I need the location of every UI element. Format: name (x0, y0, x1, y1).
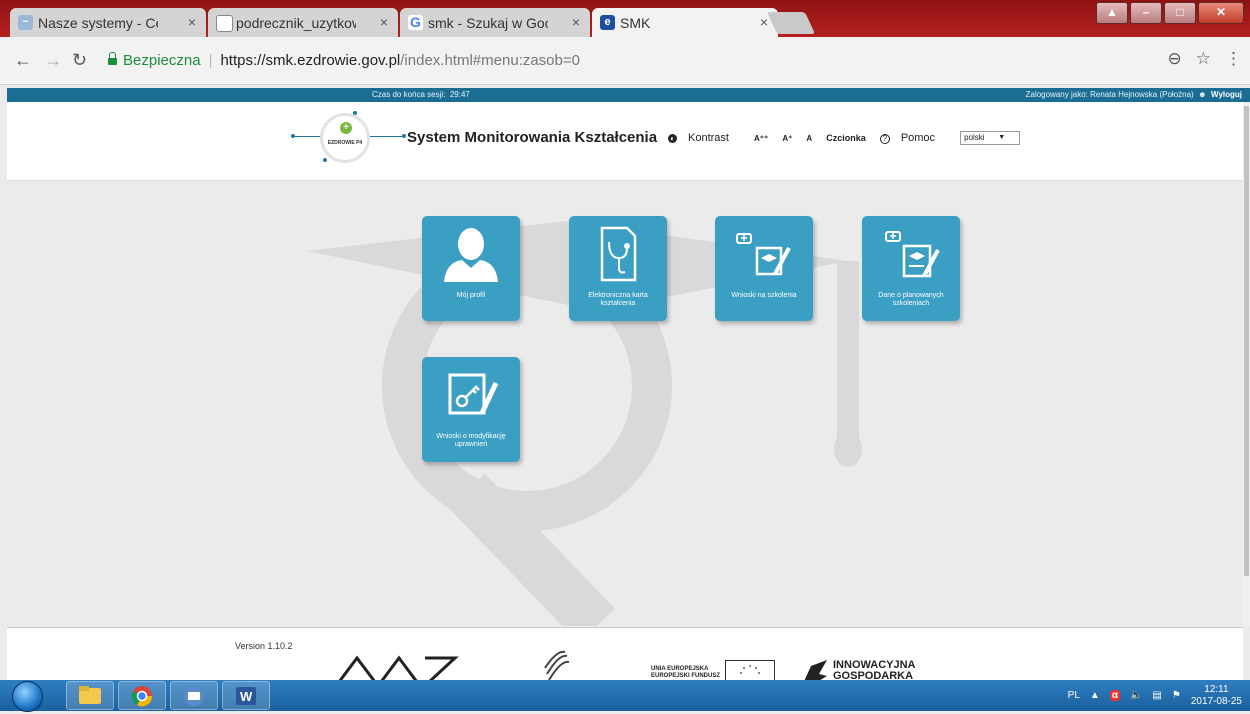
bookmark-star-icon[interactable]: ☆ (1196, 49, 1211, 69)
close-icon[interactable]: × (380, 14, 388, 30)
tab-title: podrecznik_uzytkownika (236, 14, 356, 31)
main-content: Mój profil Elektroniczna karta kształcen… (7, 181, 1243, 626)
chrome-icon[interactable] (118, 681, 166, 710)
user-icon (444, 228, 498, 282)
logo-text: EZDROWIE P4 (327, 140, 363, 146)
page-scrollbar[interactable] (1243, 102, 1250, 626)
document-icon (216, 15, 233, 32)
url-host: https://smk.ezdrowie.gov.pl (220, 51, 401, 69)
contrast-icon: ◐ (668, 134, 677, 143)
language-select[interactable]: polski ▼ (960, 131, 1021, 145)
forward-arrow-icon[interactable]: → (44, 50, 62, 71)
separator: | (208, 51, 213, 69)
maximize-button[interactable]: □ (1164, 2, 1196, 24)
start-button[interactable] (12, 681, 43, 712)
thunderbird-icon[interactable] (170, 681, 218, 710)
tab-title: smk - Szukaj w Google (428, 14, 548, 31)
address-bar[interactable]: Bezpieczna | https://smk.ezdrowie.gov.pl… (100, 45, 1160, 75)
clock-date: 2017-08-25 (1190, 695, 1242, 707)
accessibility-links: ◐ Kontrast A⁺⁺ A⁺ A Czcionka ? Pomoc polsk… (668, 131, 1031, 146)
browser-toolbar: ← → ↻ Bezpieczna | https://smk.ezdrowie.… (0, 37, 1250, 85)
page-footer: Version 1.10.2 UNIA EUROPEJSKA EUROPEJSK… (7, 627, 1243, 681)
minimize-button[interactable]: – (1130, 2, 1162, 24)
tab-google-search[interactable]: G smk - Szukaj w Google × (400, 8, 590, 37)
tab-podrecznik[interactable]: podrecznik_uzytkownika × (208, 8, 398, 37)
tile-label: Dane o planowanych szkoleniach (878, 292, 944, 307)
tab-favicon-icon: ~ (18, 15, 33, 30)
action-center-flag-icon[interactable]: ⚑ (1172, 690, 1181, 701)
tab-smk[interactable]: e SMK × (592, 8, 778, 37)
secure-label: Bezpieczna (123, 51, 201, 69)
tile-moj-profil[interactable]: Mój profil (422, 216, 520, 321)
medical-card-icon (600, 226, 637, 282)
tile-elektroniczna-karta[interactable]: Elektroniczna karta kształcenia (569, 216, 667, 321)
planned-training-icon (885, 231, 940, 278)
tile-label: Wnioski o modyfikację uprawnień (436, 433, 506, 448)
user-info: Zalogowany jako: Renata Hejnowska (Położ… (1026, 90, 1242, 99)
window-controls: ▲ – □ ✕ (1096, 2, 1244, 24)
tab-title: SMK (620, 14, 651, 31)
font-label: Czcionka (826, 133, 866, 143)
tile-label: Mój profil (456, 292, 486, 299)
eu-flag-icon (725, 660, 775, 681)
network-icon[interactable]: ▤ (1152, 690, 1161, 701)
svg-text:W: W (240, 689, 253, 704)
clock-time: 12:11 (1204, 683, 1229, 695)
tab-nasze-systemy[interactable]: ~ Nasze systemy - Centrum × (10, 8, 206, 37)
word-icon[interactable]: W (222, 681, 270, 710)
help-icon: ? (879, 134, 890, 144)
close-icon[interactable]: × (572, 14, 580, 30)
session-bar: Czas do końca sesji: 29:47 Zalogowany ja… (7, 88, 1250, 102)
windows-taskbar: W PL ▲ α 🔈 ▤ ⚑ 12:11 2017-08-25 (0, 680, 1250, 712)
training-application-icon (736, 233, 791, 276)
font-size-large-button[interactable]: A⁺⁺ (754, 134, 768, 143)
tile-wnioski-na-szkolenia[interactable]: Wnioski na szkolenia (715, 216, 813, 321)
swirl-logo-icon (544, 650, 570, 680)
window-close-button[interactable]: ✕ (1198, 2, 1244, 24)
tab-title: Nasze systemy - Centrum (38, 14, 158, 31)
tile-label: Wnioski na szkolenia (731, 292, 797, 299)
close-icon[interactable]: × (760, 14, 768, 30)
back-arrow-icon[interactable]: ← (14, 50, 32, 71)
user-profile-icon[interactable]: ▲ (1096, 2, 1128, 24)
system-tray: PL ▲ α 🔈 ▤ ⚑ 12:11 2017-08-25 (1068, 682, 1242, 709)
font-size-small-button[interactable]: A (806, 134, 812, 143)
user-icon: ☻ (1198, 90, 1207, 99)
url-path: /index.html#menu:zasob=0 (400, 51, 580, 69)
help-link[interactable]: ? Pomoc (879, 132, 946, 144)
contrast-link[interactable]: ◐ Kontrast (668, 132, 740, 144)
zoom-icon[interactable]: ⊖ (1168, 49, 1182, 69)
menu-kebab-icon[interactable]: ⋮ (1225, 49, 1242, 69)
volume-muted-icon[interactable]: 🔈 (1130, 690, 1142, 701)
permission-key-icon (448, 373, 499, 415)
logout-link[interactable]: Wyloguj (1211, 90, 1242, 99)
eu-label: UNIA EUROPEJSKA EUROPEJSKI FUNDUSZ (651, 666, 721, 679)
tile-label: Elektroniczna karta kształcenia (588, 292, 648, 307)
tray-expand-icon[interactable]: ▲ (1090, 690, 1100, 701)
file-explorer-icon[interactable] (66, 681, 114, 710)
plus-icon: + (340, 122, 352, 134)
reload-icon[interactable]: ↻ (72, 50, 87, 71)
lock-icon (108, 51, 117, 65)
google-icon: G (408, 15, 423, 30)
input-language[interactable]: PL (1068, 690, 1080, 701)
tile-dane-o-planowanych[interactable]: Dane o planowanych szkoleniach (862, 216, 960, 321)
acrobat-tray-icon[interactable]: α (1109, 690, 1120, 701)
page-title: System Monitorowania Kształcenia (407, 129, 658, 146)
site-header: + EZDROWIE P4 System Monitorowania Kszta… (7, 102, 1250, 181)
browser-tab-strip: ~ Nasze systemy - Centrum × podrecznik_u… (0, 0, 1250, 37)
close-icon[interactable]: × (188, 14, 196, 30)
taskbar-clock[interactable]: 12:11 2017-08-25 (1191, 684, 1242, 708)
smk-favicon-icon: e (600, 15, 615, 30)
font-size-medium-button[interactable]: A⁺ (782, 134, 792, 143)
innovation-logo-icon (804, 660, 827, 681)
ezdrowie-logo[interactable]: + EZDROWIE P4 (285, 108, 406, 163)
logged-in-label: Zalogowany jako: Renata Hejnowska (Położ… (1025, 90, 1194, 99)
tile-wnioski-o-modyfikacje[interactable]: Wnioski o modyfikację uprawnień (422, 357, 520, 462)
innovation-label: INNOWACYJNA GOSPODARKA (833, 659, 916, 682)
partner-logo-icon (337, 655, 459, 681)
version-label: Version 1.10.2 (235, 641, 293, 651)
dropdown-arrow-icon: ▼ (998, 134, 1006, 141)
session-timer: Czas do końca sesji: 29:47 (372, 90, 470, 99)
